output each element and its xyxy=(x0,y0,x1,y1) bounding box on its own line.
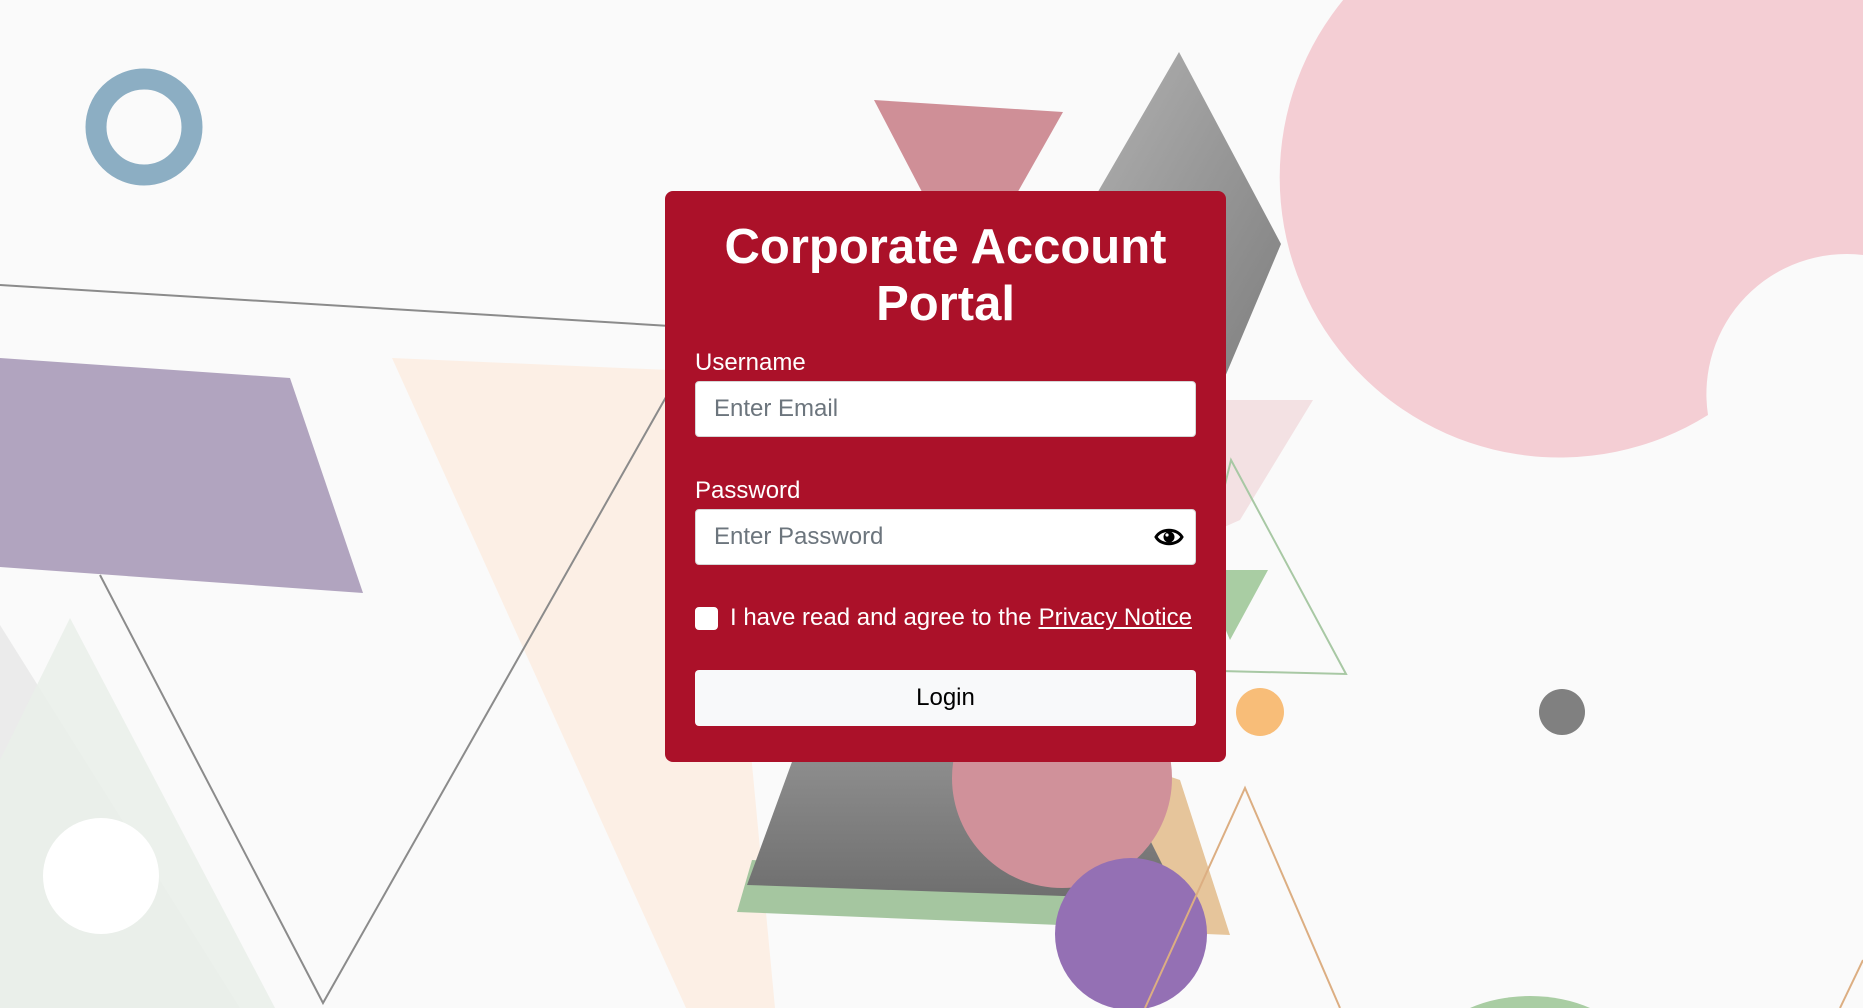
password-label: Password xyxy=(695,477,801,504)
portal-title: Corporate Account Portal xyxy=(724,220,1167,331)
password-input-wrapper xyxy=(695,509,1196,565)
purple-circle xyxy=(1055,858,1207,1008)
eye-icon[interactable] xyxy=(1154,523,1184,551)
password-input[interactable] xyxy=(695,509,1196,565)
login-card: Corporate Account Portal Username Passwo… xyxy=(665,191,1226,762)
grey-dot xyxy=(1539,689,1585,735)
privacy-agreement: I have read and agree to the Privacy Not… xyxy=(695,603,1196,633)
username-input[interactable] xyxy=(695,381,1196,437)
agree-text: I have read and agree to the xyxy=(730,604,1032,631)
username-label: Username xyxy=(695,349,806,376)
login-button[interactable]: Login xyxy=(695,670,1196,726)
white-circle xyxy=(43,818,159,934)
privacy-checkbox[interactable] xyxy=(695,606,718,630)
username-input-wrapper xyxy=(695,381,1196,437)
orange-dot xyxy=(1236,688,1284,736)
privacy-notice-link[interactable]: Privacy Notice xyxy=(1039,604,1192,632)
